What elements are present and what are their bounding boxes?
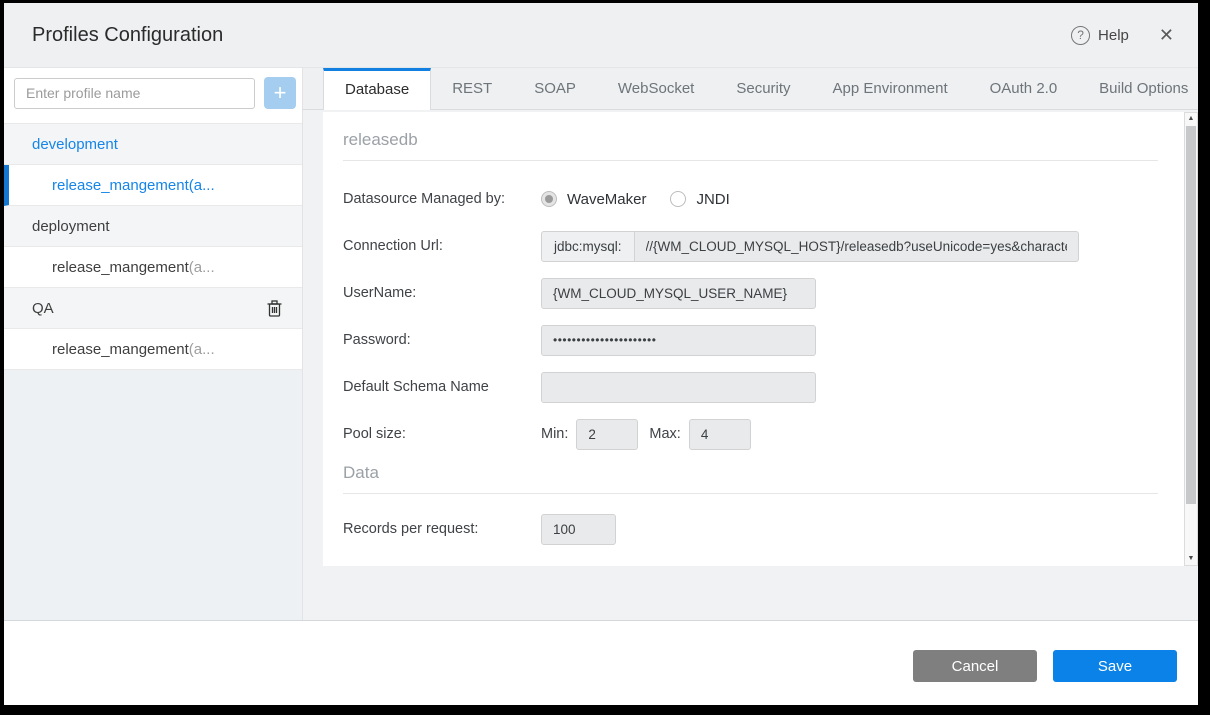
sidebar-item-qa[interactable]: QA <box>4 288 302 329</box>
pool-min-label: Min: <box>541 426 568 442</box>
connection-url-prefix: jdbc:mysql: <box>541 231 635 262</box>
config-tabbar: Database REST SOAP WebSocket Security Ap… <box>303 68 1198 110</box>
pool-size-label: Pool size: <box>343 426 541 442</box>
records-per-request-label: Records per request: <box>343 521 541 537</box>
tab-app-environment[interactable]: App Environment <box>812 68 969 109</box>
data-section-title: Data <box>343 450 1158 494</box>
sidebar-item-release-mangement-deploy[interactable]: release_mangement (a... <box>4 247 302 288</box>
trash-icon[interactable] <box>267 300 282 317</box>
db-section-title: releasedb <box>343 112 1158 161</box>
password-input[interactable] <box>541 325 816 356</box>
schema-input[interactable] <box>541 372 816 403</box>
pool-max-label: Max: <box>649 426 680 442</box>
plus-icon: + <box>274 80 287 105</box>
help-icon: ? <box>1071 26 1090 45</box>
tab-rest[interactable]: REST <box>431 68 513 109</box>
radio-jndi-label: JNDI <box>696 191 729 208</box>
scroll-up-arrow[interactable]: ▲ <box>1185 113 1197 125</box>
vertical-scrollbar[interactable]: ▲ ▼ <box>1184 112 1198 566</box>
sidebar-item-deployment[interactable]: deployment <box>4 206 302 247</box>
cancel-button[interactable]: Cancel <box>913 650 1037 682</box>
tab-database[interactable]: Database <box>323 68 431 110</box>
dialog-header: Profiles Configuration ? Help ✕ <box>4 3 1198 68</box>
password-label: Password: <box>343 332 541 348</box>
sidebar-empty-area <box>4 370 302 620</box>
profile-content: Database REST SOAP WebSocket Security Ap… <box>303 68 1198 620</box>
profiles-configuration-dialog: Profiles Configuration ? Help ✕ + develo… <box>4 3 1198 705</box>
schema-label: Default Schema Name <box>343 379 541 395</box>
database-settings-panel: releasedb Datasource Managed by: WaveMak… <box>323 112 1198 566</box>
radio-wavemaker[interactable] <box>541 191 557 207</box>
dialog-title: Profiles Configuration <box>32 24 223 47</box>
sidebar-item-release-mangement-dev[interactable]: release_mangement (a... <box>4 165 302 206</box>
records-per-request-input[interactable] <box>541 514 616 545</box>
save-button[interactable]: Save <box>1053 650 1177 682</box>
tab-websocket[interactable]: WebSocket <box>597 68 715 109</box>
profile-name-input[interactable] <box>14 78 255 109</box>
close-icon[interactable]: ✕ <box>1159 26 1174 44</box>
add-profile-button[interactable]: + <box>264 77 296 109</box>
help-button[interactable]: ? Help <box>1071 26 1129 45</box>
radio-wavemaker-label: WaveMaker <box>567 191 646 208</box>
username-input[interactable] <box>541 278 816 309</box>
connection-url-label: Connection Url: <box>343 238 541 254</box>
scroll-down-arrow[interactable]: ▼ <box>1185 553 1197 565</box>
radio-jndi[interactable] <box>670 191 686 207</box>
dialog-footer: Cancel Save <box>4 620 1198 705</box>
tab-oauth[interactable]: OAuth 2.0 <box>969 68 1079 109</box>
pool-min-input[interactable] <box>576 419 638 450</box>
sidebar-item-development[interactable]: development <box>4 124 302 165</box>
sidebar-item-release-mangement-qa[interactable]: release_mangement (a... <box>4 329 302 370</box>
username-label: UserName: <box>343 285 541 301</box>
datasource-label: Datasource Managed by: <box>343 191 541 207</box>
tab-build-options[interactable]: Build Options <box>1078 68 1209 109</box>
profiles-sidebar: + development release_mangement (a... de… <box>4 68 303 620</box>
scrollbar-thumb[interactable] <box>1186 126 1196 504</box>
tab-security[interactable]: Security <box>715 68 811 109</box>
help-label: Help <box>1098 27 1129 44</box>
pool-max-input[interactable] <box>689 419 751 450</box>
connection-url-input[interactable] <box>635 231 1079 262</box>
profile-list: development release_mangement (a... depl… <box>4 123 302 370</box>
tab-soap[interactable]: SOAP <box>513 68 597 109</box>
